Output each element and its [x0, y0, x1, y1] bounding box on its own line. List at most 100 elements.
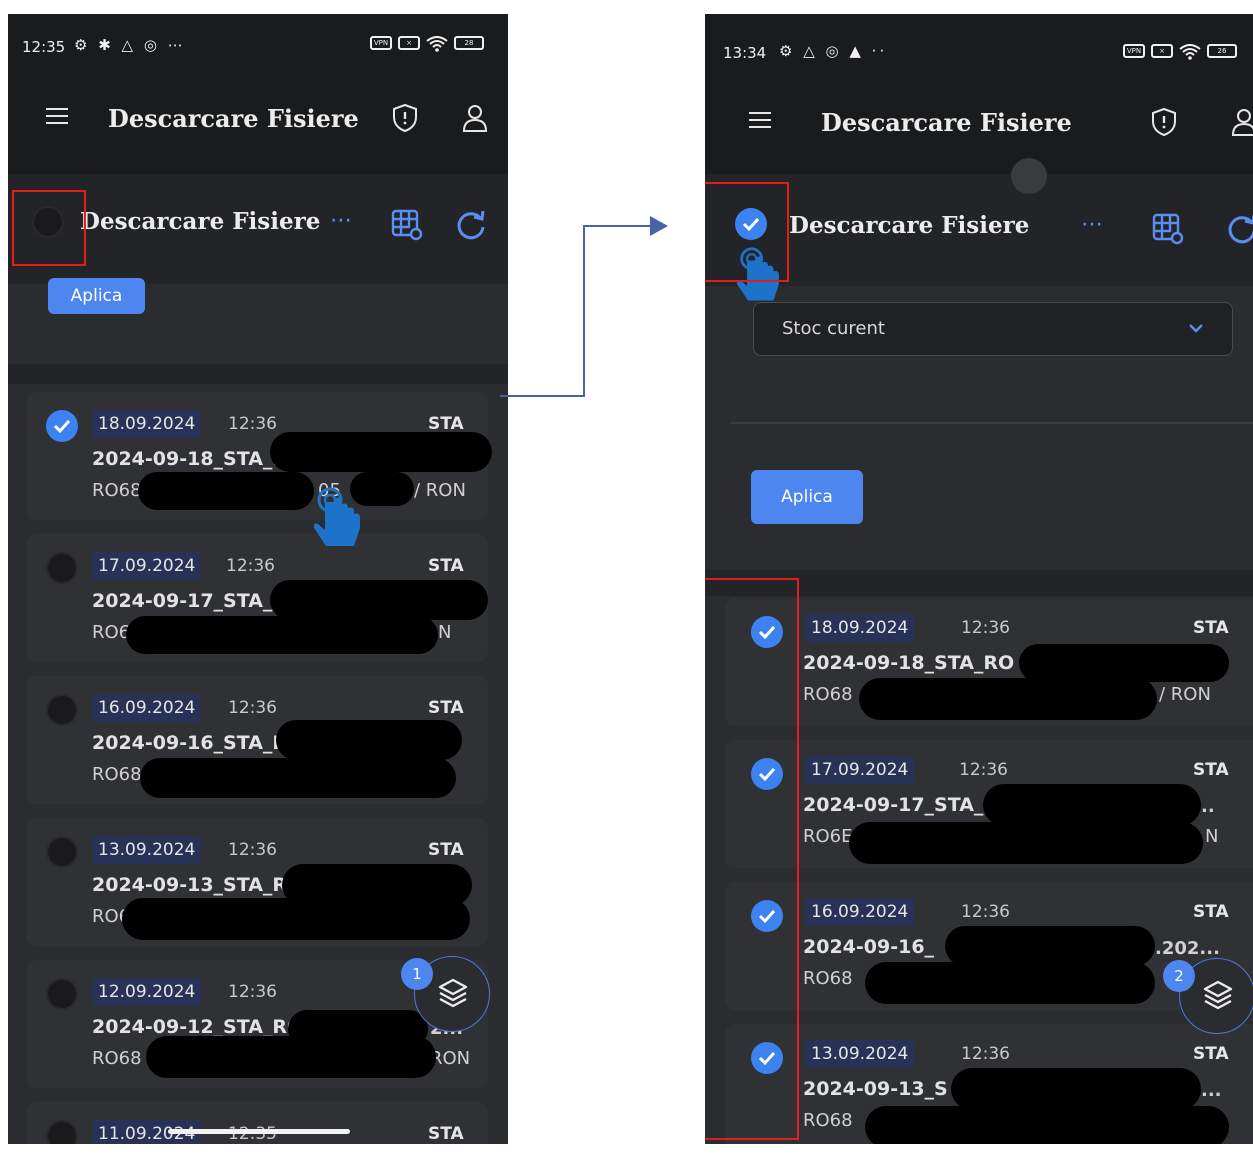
section-title: Descarcare Fisiere: [789, 212, 1030, 239]
file-card[interactable]: 13.09.2024 12:36 STA 2024-09-13_S RO68 .…: [725, 1024, 1253, 1144]
flow-arrow-icon: [500, 216, 668, 397]
file-account: RO68: [92, 480, 142, 501]
file-account: RO6E: [803, 826, 853, 847]
system-icons: VPN × 28: [370, 36, 484, 52]
file-account: RO68: [92, 764, 142, 785]
user-icon[interactable]: [460, 102, 490, 134]
apply-button[interactable]: Aplica: [751, 470, 863, 524]
redaction: [865, 962, 1155, 1004]
file-name: 2024-09-17_STA_: [803, 794, 984, 816]
file-checkbox-checked[interactable]: [46, 410, 78, 442]
file-card[interactable]: 18.09.2024 12:36 STA 2024-09-18_STA_RC R…: [26, 392, 492, 520]
shield-icon[interactable]: [1149, 106, 1179, 138]
file-currency: N: [438, 622, 452, 643]
vpn-icon: VPN: [1123, 44, 1145, 58]
file-amount: ..: [1201, 796, 1215, 817]
screenshot-after: 13:34 ⚙ △ ◎ ▲ ·· VPN × 26 Descarcare Fis…: [705, 14, 1253, 1144]
stock-select[interactable]: Stoc curent: [753, 302, 1233, 356]
user-icon[interactable]: [1229, 106, 1253, 138]
file-card[interactable]: 11.09.2024 12:35 STA: [26, 1102, 488, 1144]
hamburger-menu-icon[interactable]: [46, 108, 68, 126]
screenshot-before: 12:35 ⚙ ✱ △ ◎ ⋯ VPN × 28 Descarcare Fisi…: [8, 14, 508, 1144]
file-amount: ...: [1201, 1080, 1222, 1101]
shield-icon[interactable]: [390, 102, 420, 134]
refresh-icon[interactable]: [1225, 212, 1253, 246]
file-card[interactable]: 16.09.2024 12:36 STA 2024-09-16_STA_RC R…: [26, 676, 488, 804]
system-icons: VPN × 26: [1123, 44, 1237, 60]
file-date: 16.09.2024: [92, 694, 202, 722]
stock-select-value: Stoc curent: [782, 318, 885, 339]
file-checkbox[interactable]: [46, 978, 78, 1010]
file-card[interactable]: 13.09.2024 12:36 STA 2024-09-13_STA_RO6 …: [26, 818, 488, 946]
table-settings-icon[interactable]: [1151, 212, 1185, 246]
hamburger-menu-icon[interactable]: [749, 112, 771, 130]
app-bar: Descarcare Fisiere: [705, 74, 1253, 174]
sim-icon: ×: [398, 36, 420, 50]
battery-icon: 26: [1207, 44, 1237, 58]
refresh-icon[interactable]: [454, 208, 488, 242]
file-time: 12:36: [961, 902, 1010, 922]
redaction: [1019, 644, 1229, 682]
more-options-icon[interactable]: ⋯: [1081, 212, 1105, 237]
file-type: STA: [1193, 618, 1229, 638]
file-time: 12:36: [228, 982, 277, 1002]
chevron-down-icon: [1189, 324, 1203, 333]
file-currency: RON: [430, 1048, 471, 1069]
redaction: [865, 1106, 1229, 1144]
file-type: STA: [428, 840, 464, 860]
wifi-icon: [426, 36, 448, 52]
file-currency: N: [1205, 826, 1219, 847]
apply-button[interactable]: Aplica: [48, 278, 145, 314]
file-time: 12:36: [959, 760, 1008, 780]
divider: [8, 364, 508, 384]
status-time: 12:35: [22, 38, 66, 56]
tap-hand-icon: [313, 487, 360, 546]
file-type: STA: [428, 1124, 464, 1144]
file-date: 13.09.2024: [805, 1040, 915, 1068]
file-name: 2024-09-16_STA_RC: [92, 732, 301, 754]
redaction: [983, 784, 1201, 826]
file-checkbox[interactable]: [46, 1120, 78, 1144]
status-bar: 13:34 ⚙ △ ◎ ▲ ·· VPN × 26: [705, 14, 1253, 74]
highlight-box: [705, 578, 799, 1140]
file-checkbox[interactable]: [46, 694, 78, 726]
file-checkbox[interactable]: [46, 836, 78, 868]
file-account: RO6: [92, 622, 131, 643]
highlight-box: [705, 182, 789, 282]
more-options-icon[interactable]: ⋯: [330, 208, 354, 233]
file-date: 17.09.2024: [805, 756, 915, 784]
file-currency: / RON: [414, 480, 466, 501]
redaction: [859, 678, 1157, 720]
file-card[interactable]: 17.09.2024 12:36 STA 2024-09-17_STA_RC R…: [26, 534, 488, 662]
file-card[interactable]: 17.09.2024 12:36 STA 2024-09-17_STA_ RO6…: [725, 740, 1253, 868]
redaction: [126, 616, 438, 654]
file-type: STA: [428, 414, 464, 434]
file-card[interactable]: 18.09.2024 12:36 STA 2024-09-18_STA_RO R…: [725, 598, 1253, 726]
app-title: Descarcare Fisiere: [821, 108, 1072, 137]
file-type: STA: [1193, 760, 1229, 780]
divider: [731, 422, 1253, 424]
file-name: 2024-09-13_S: [803, 1078, 948, 1100]
redaction: [122, 898, 470, 940]
app-bar: Descarcare Fisiere: [8, 74, 508, 174]
file-checkbox[interactable]: [46, 552, 78, 584]
file-date: 12.09.2024: [92, 978, 202, 1006]
file-account: RO68: [803, 684, 853, 705]
file-type: STA: [1193, 1044, 1229, 1064]
file-time: 12:36: [228, 698, 277, 718]
file-date: 18.09.2024: [92, 410, 202, 438]
layers-icon: [438, 978, 468, 1008]
file-time: 12:36: [228, 414, 277, 434]
file-type: STA: [1193, 902, 1229, 922]
file-time: 12:36: [226, 556, 275, 576]
redaction: [138, 472, 314, 510]
redaction: [270, 580, 488, 620]
file-currency: / RON: [1159, 684, 1211, 705]
selection-count-badge: 1: [401, 958, 433, 990]
redaction: [140, 758, 456, 798]
file-date: 18.09.2024: [805, 614, 915, 642]
status-icons: ⚙ △ ◎ ▲ ··: [779, 42, 888, 60]
file-time: 12:36: [961, 618, 1010, 638]
file-time: 12:35: [228, 1124, 277, 1144]
table-settings-icon[interactable]: [390, 208, 424, 242]
